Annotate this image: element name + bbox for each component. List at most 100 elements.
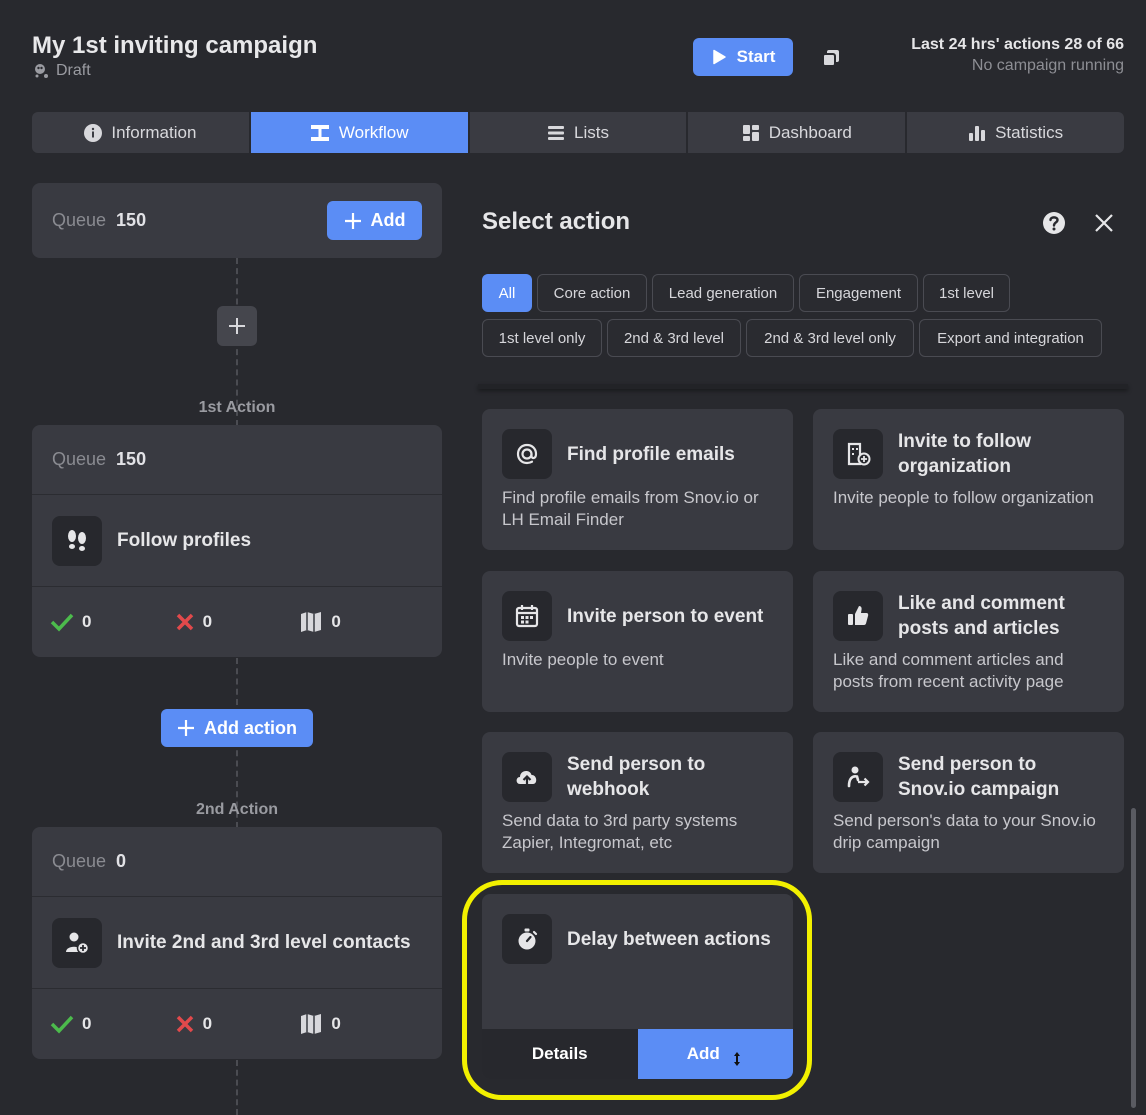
filter-chip-2nd-3rd-level[interactable]: 2nd & 3rd level xyxy=(607,319,741,357)
organization-add-icon xyxy=(833,429,883,479)
success-count: 0 xyxy=(82,612,92,631)
step-label: 1st Action xyxy=(198,399,276,416)
bar-chart-icon xyxy=(969,125,986,141)
panel-scrollbar[interactable] xyxy=(1131,808,1136,1108)
cross-icon xyxy=(176,613,193,631)
connector-line xyxy=(236,1060,238,1115)
action-row[interactable]: Follow profiles xyxy=(32,495,442,587)
insert-step-button[interactable] xyxy=(217,306,257,346)
workflow-icon xyxy=(310,124,329,141)
add-label: Add xyxy=(370,210,406,230)
action-name: Delay between actions xyxy=(567,928,771,950)
filter-chip-engagement[interactable]: Engagement xyxy=(799,274,918,312)
queue-value: 150 xyxy=(116,449,147,469)
action-card-like-comment[interactable]: Like and comment posts and articles Like… xyxy=(813,571,1124,712)
tab-workflow[interactable]: Workflow xyxy=(250,112,468,153)
filter-chip-all[interactable]: All xyxy=(482,274,532,312)
panel-title: Select action xyxy=(482,208,631,235)
plus-icon xyxy=(344,212,361,229)
info-icon xyxy=(84,123,103,142)
check-icon xyxy=(50,613,74,632)
filter-chip-export-integration[interactable]: Export and integration xyxy=(919,319,1102,357)
filter-chip-1st-level-only[interactable]: 1st level only xyxy=(482,319,602,357)
excluded-count: 0 xyxy=(331,612,341,631)
person-send-icon xyxy=(833,752,883,802)
add-delay-button[interactable]: Add xyxy=(637,1029,793,1079)
tab-dashboard[interactable]: Dashboard xyxy=(688,112,906,153)
list-icon xyxy=(548,125,564,140)
tab-label: Statistics xyxy=(995,122,1064,142)
filter-chip-2nd-3rd-level-only[interactable]: 2nd & 3rd level only xyxy=(746,319,914,357)
excluded-count: 0 xyxy=(331,1014,341,1033)
action-description: Invite people to follow organization xyxy=(833,488,1094,507)
action-description: Send person's data to your Snov.io drip … xyxy=(833,811,1096,852)
action-card-send-snovio[interactable]: Send person to Snov.io campaign Send per… xyxy=(813,732,1124,873)
person-add-icon xyxy=(52,917,102,968)
cursor-icon xyxy=(733,1052,740,1066)
status-label: Draft xyxy=(56,62,91,79)
tab-lists[interactable]: Lists xyxy=(469,112,687,153)
action-card-invite-person-event[interactable]: Invite person to event Invite people to … xyxy=(482,571,793,712)
action-name: Send person to Snov.io campaign xyxy=(898,754,1060,800)
cross-icon xyxy=(176,1015,193,1033)
action-card-delay[interactable]: Delay between actions Details Add xyxy=(482,894,793,1079)
action-description: Like and comment articles and posts from… xyxy=(833,650,1064,691)
action-name: Send person to webhook xyxy=(567,754,706,800)
details-button[interactable]: Details xyxy=(482,1029,638,1079)
start-label: Start xyxy=(736,47,776,66)
campaign-title: My 1st inviting campaign xyxy=(32,32,318,59)
campaign-status: Draft xyxy=(32,62,91,80)
dashboard-icon xyxy=(742,124,759,141)
action-card-invite-follow-organization[interactable]: Invite to follow organization Invite peo… xyxy=(813,409,1124,550)
close-icon[interactable] xyxy=(1093,212,1115,234)
panel-divider xyxy=(478,384,1128,389)
tab-statistics[interactable]: Statistics xyxy=(907,112,1124,153)
failed-count: 0 xyxy=(202,1014,213,1033)
action-card-find-profile-emails[interactable]: Find profile emails Find profile emails … xyxy=(482,409,793,550)
draft-icon xyxy=(35,64,48,78)
queue-label: Queue xyxy=(52,449,107,469)
action-description: Invite people to event xyxy=(502,650,664,669)
filter-chip-1st-level[interactable]: 1st level xyxy=(923,274,1010,312)
failed-count: 0 xyxy=(202,612,213,631)
tab-label: Dashboard xyxy=(768,122,852,142)
help-icon[interactable] xyxy=(1042,211,1066,235)
add-button[interactable]: Add xyxy=(327,201,422,240)
queue-value: 0 xyxy=(116,851,127,871)
action-card: Queue 150 Follow profiles 0 0 0 xyxy=(32,425,442,657)
action-card: Queue 0 Invite 2nd and 3rd level contact… xyxy=(32,827,442,1059)
filter-chip-lead-generation[interactable]: Lead generation xyxy=(652,274,794,312)
calendar-icon xyxy=(502,591,552,641)
tab-bar: Information Workflow Lists Dashboard Sta… xyxy=(32,112,1124,153)
action-stats: 0 0 0 xyxy=(32,587,442,657)
add-action-label: Add action xyxy=(204,717,297,738)
copy-icon[interactable] xyxy=(820,47,842,69)
tab-label: Information xyxy=(111,122,197,142)
action-name: Invite 2nd and 3rd level contacts xyxy=(117,932,411,953)
start-button[interactable]: Start xyxy=(693,38,793,76)
action-stats: 0 0 0 xyxy=(32,989,442,1059)
tab-information[interactable]: Information xyxy=(32,112,249,153)
thumbs-up-icon xyxy=(833,591,883,641)
running-status: No campaign running xyxy=(971,57,1124,74)
action-name: Follow profiles xyxy=(117,530,252,551)
excluded-map-icon xyxy=(301,1014,322,1034)
success-count: 0 xyxy=(82,1014,92,1033)
tab-label: Workflow xyxy=(338,122,409,142)
queue-label: Queue xyxy=(52,851,107,871)
add-label: Add xyxy=(686,1044,720,1063)
queue-value: 150 xyxy=(116,210,147,230)
excluded-map-icon xyxy=(301,612,322,632)
action-card-send-webhook[interactable]: Send person to webhook Send data to 3rd … xyxy=(482,732,793,873)
action-description: Send data to 3rd party systems Zapier, I… xyxy=(502,811,738,852)
cloud-upload-icon xyxy=(502,752,552,802)
action-name: Like and comment posts and articles xyxy=(898,593,1065,639)
action-row[interactable]: Invite 2nd and 3rd level contacts xyxy=(32,897,442,989)
filter-chip-core-action[interactable]: Core action xyxy=(537,274,647,312)
at-sign-icon xyxy=(502,429,552,479)
actions-stats: Last 24 hrs' actions 28 of 66 No campaig… xyxy=(911,36,1124,75)
add-action-button[interactable]: Add action xyxy=(161,709,313,747)
action-name: Invite to follow organization xyxy=(898,431,1031,477)
stopwatch-icon xyxy=(502,914,552,964)
action-name: Invite person to event xyxy=(567,605,764,627)
